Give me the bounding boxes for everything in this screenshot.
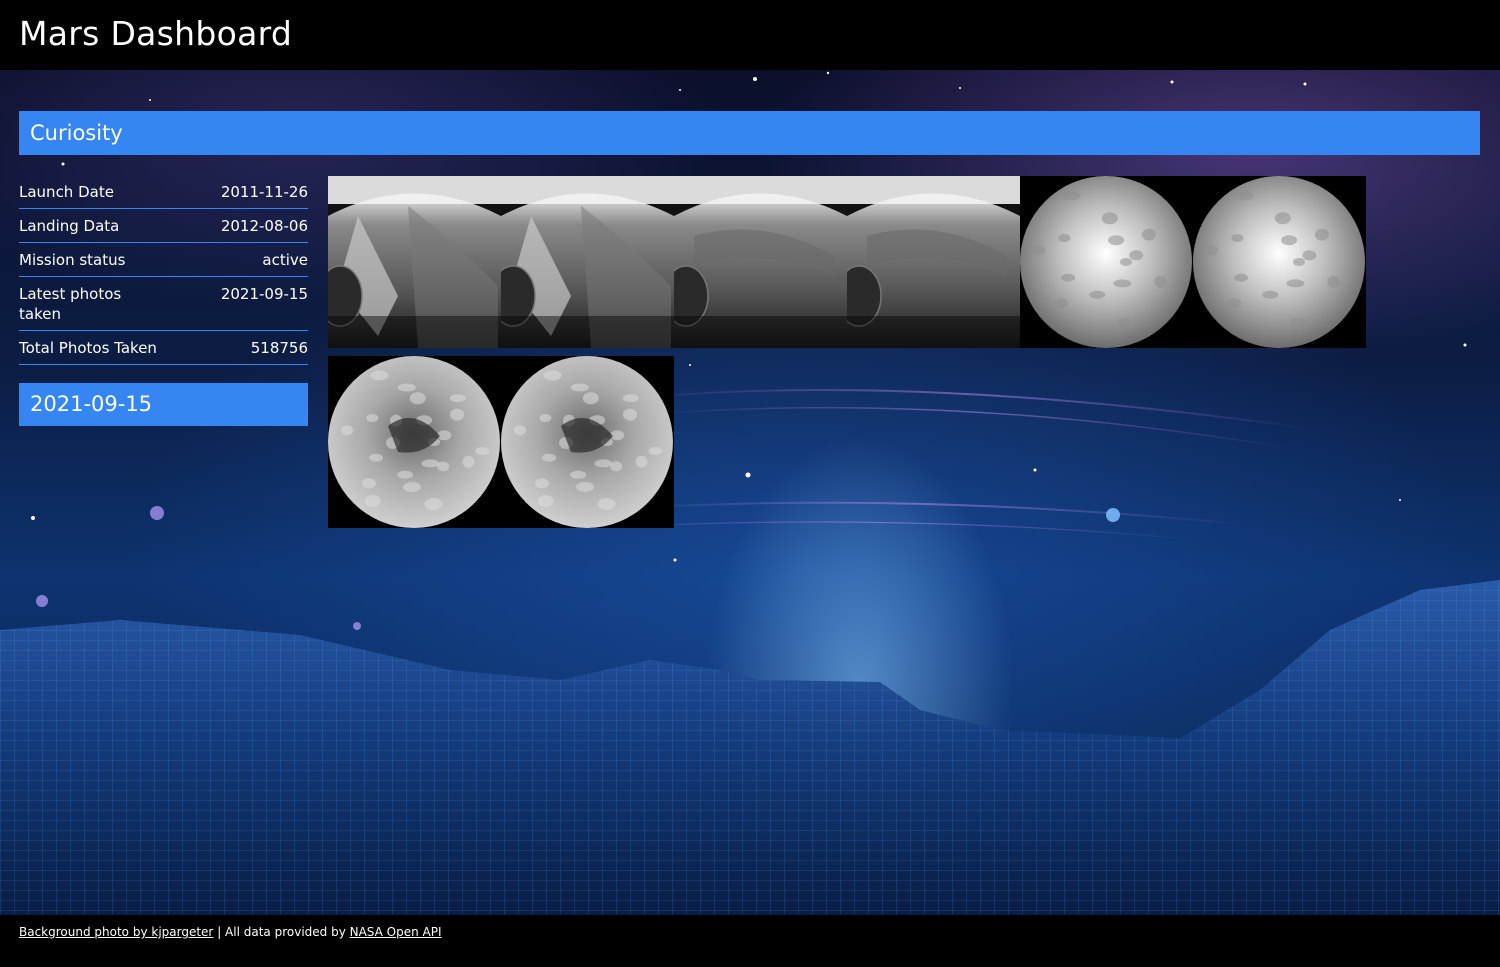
footer-separator-text: | All data provided by <box>213 925 350 939</box>
selected-date: 2021-09-15 <box>30 392 153 416</box>
header: Mars Dashboard <box>0 0 1500 70</box>
info-label: Latest photos taken <box>19 285 122 323</box>
footer-credits: Background photo by kjpargeter | All dat… <box>19 925 442 939</box>
info-value: 2011-11-26 <box>220 183 308 201</box>
info-row-launch-date: Launch Date 2011-11-26 <box>19 175 308 209</box>
rover-photo <box>328 176 501 348</box>
rover-photo <box>674 176 847 348</box>
page: Mars Dashboard Curiosity Launch Date 201… <box>0 0 1500 967</box>
info-value: 518756 <box>250 339 308 357</box>
rover-photo <box>1193 176 1366 348</box>
info-value: 2021-09-15 <box>220 285 308 303</box>
rover-photo <box>847 176 1020 348</box>
nasa-api-link[interactable]: NASA Open API <box>350 925 442 939</box>
info-label: Launch Date <box>19 183 114 201</box>
rover-photo <box>501 356 674 528</box>
footer: Background photo by kjpargeter | All dat… <box>0 915 1500 967</box>
rover-photo <box>501 176 674 348</box>
info-label: Mission status <box>19 251 126 269</box>
rover-info-table: Launch Date 2011-11-26 Landing Data 2012… <box>19 175 308 365</box>
info-row-latest-photos: Latest photos taken 2021-09-15 <box>19 277 308 331</box>
info-row-mission-status: Mission status active <box>19 243 308 277</box>
rover-name: Curiosity <box>30 121 123 145</box>
background-credit-link[interactable]: Background photo by kjpargeter <box>19 925 213 939</box>
rover-photo <box>1020 176 1193 348</box>
info-row-landing-date: Landing Data 2012-08-06 <box>19 209 308 243</box>
selected-date-panel: 2021-09-15 <box>19 383 308 426</box>
info-label: Total Photos Taken <box>19 339 157 357</box>
info-row-total-photos: Total Photos Taken 518756 <box>19 331 308 365</box>
rover-photo <box>328 356 501 528</box>
info-value: 2012-08-06 <box>220 217 308 235</box>
page-title: Mars Dashboard <box>19 14 293 53</box>
info-value: active <box>262 251 308 269</box>
rover-title-bar: Curiosity <box>19 111 1480 155</box>
info-label: Landing Data <box>19 217 120 235</box>
